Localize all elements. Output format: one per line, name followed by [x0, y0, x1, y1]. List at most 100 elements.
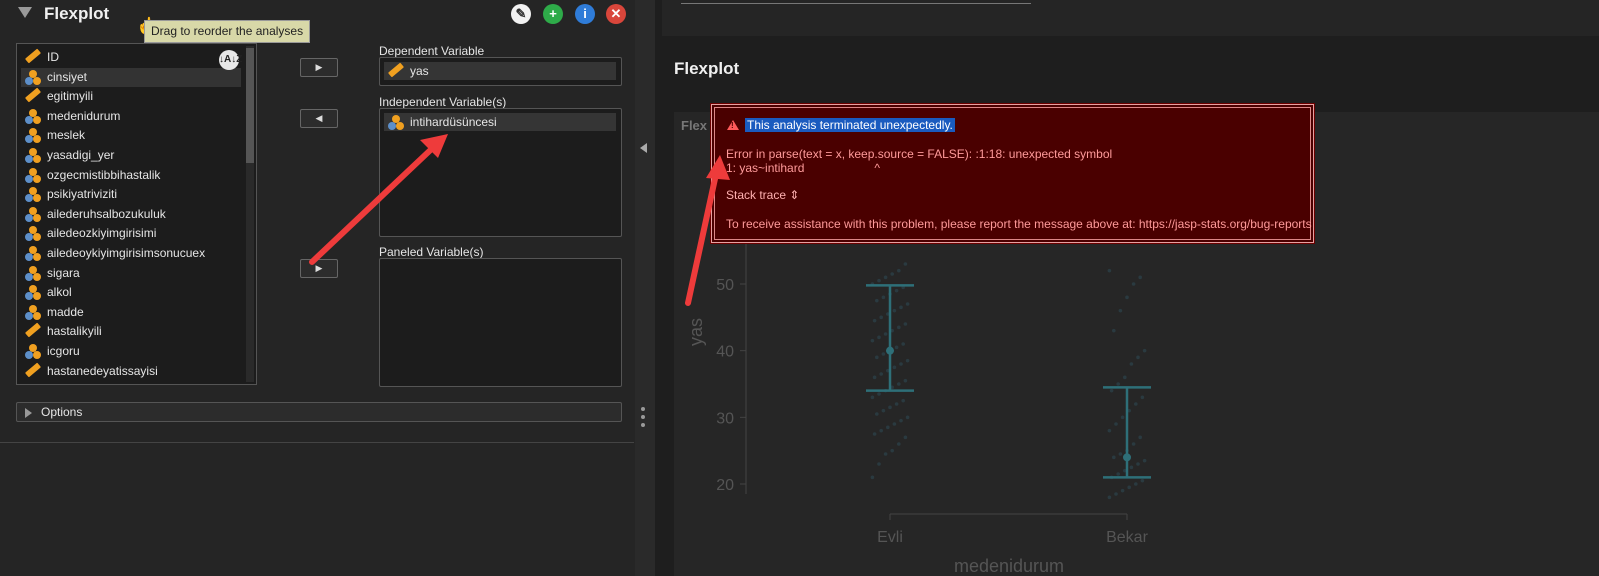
data-point [1127, 485, 1131, 490]
info-button[interactable]: i [575, 4, 595, 24]
data-point [892, 365, 897, 370]
data-point [1140, 395, 1145, 400]
move-from-independent-button[interactable]: ◀ [300, 109, 338, 128]
nominal-icon [25, 108, 41, 125]
error-message-box: ! This analysis terminated unexpectedly.… [710, 103, 1315, 244]
nominal-icon [25, 206, 41, 223]
variable-item[interactable]: ailedeozkiyimgirisimi [21, 224, 241, 243]
data-point [888, 405, 892, 410]
panel-splitter[interactable] [635, 0, 655, 576]
data-point [901, 342, 905, 346]
results-top-strip [662, 0, 1599, 36]
independent-variables-box[interactable]: intihardüsüncesi [379, 108, 622, 237]
data-point [1138, 435, 1142, 440]
variable-label: ailedeoykiyimgirisimsonucuex [47, 246, 206, 260]
data-point [881, 295, 886, 300]
data-point [877, 462, 881, 466]
data-point [875, 412, 879, 416]
data-point [879, 372, 883, 376]
stack-trace-toggle[interactable]: Stack trace ⇕ [726, 188, 799, 202]
variable-item[interactable]: icgoru [21, 342, 241, 361]
variable-label: ID [47, 50, 59, 64]
variable-item[interactable]: madde [21, 303, 241, 322]
variable-item[interactable]: yasadigi_yer [21, 146, 241, 165]
data-point [1118, 452, 1123, 456]
variable-item[interactable]: hastalikyili [21, 322, 241, 341]
analysis-header[interactable]: Flexplot ☝ Drag to reorder the analyses … [0, 0, 635, 43]
variable-item[interactable]: hastanedeyatissayisi [21, 362, 241, 381]
paneled-variables-box[interactable] [379, 258, 622, 387]
data-point [897, 382, 901, 386]
data-point [883, 452, 888, 456]
data-point [1134, 482, 1138, 486]
dependent-variable-label: Dependent Variable [379, 44, 485, 58]
dependent-variable-box[interactable]: yas [379, 57, 622, 86]
variable-item[interactable]: sigara [21, 264, 241, 283]
remove-analysis-button[interactable]: ✕ [606, 4, 626, 24]
data-point [1107, 495, 1112, 500]
data-point [1131, 442, 1136, 446]
grip-dot-icon [641, 423, 645, 427]
assigned-variable[interactable]: yas [384, 62, 616, 80]
data-point [1125, 295, 1129, 300]
data-point [903, 322, 908, 326]
sort-variables-button[interactable]: ↓A↓Z [219, 50, 242, 70]
variable-label: sigara [47, 265, 80, 280]
options-section[interactable]: Options [16, 402, 622, 422]
data-point [883, 275, 888, 280]
collapse-arrow-icon[interactable] [18, 7, 32, 18]
variable-item[interactable]: psikiyatriviziti [21, 185, 241, 204]
variable-item[interactable]: cinsiyet [21, 67, 241, 87]
variable-item[interactable]: ozgecmistibbihastalik [21, 166, 241, 185]
variable-item[interactable]: ailedeoykiyimgirisimsonucuex [21, 244, 241, 263]
nominal-icon [25, 128, 41, 144]
x-tick-label: Evli [877, 529, 903, 546]
data-point [1142, 458, 1147, 463]
data-point [877, 335, 881, 340]
center-point [886, 346, 894, 355]
variable-item[interactable]: egitimyili [21, 87, 241, 106]
assigned-variable[interactable]: intihardüsüncesi [384, 113, 616, 131]
divider [0, 442, 634, 443]
move-to-paneled-button[interactable]: ▶ [300, 259, 338, 278]
data-point [897, 268, 901, 273]
data-point [1112, 328, 1116, 333]
results-top-field[interactable] [681, 0, 1031, 4]
variable-item[interactable]: medenidurum [21, 107, 241, 126]
move-to-dependent-button[interactable]: ▶ [300, 58, 338, 77]
data-point [875, 355, 879, 360]
scale-icon [24, 362, 42, 378]
expand-arrow-icon [25, 408, 32, 418]
analysis-title[interactable]: Flexplot [44, 4, 109, 24]
data-point [903, 262, 908, 266]
collapse-left-icon[interactable] [640, 143, 647, 153]
variable-label: ailedeozkiyimgirisimi [47, 226, 157, 241]
data-point [1118, 308, 1123, 313]
scale-icon [24, 322, 42, 338]
data-point [905, 415, 910, 420]
variables-scroll-thumb[interactable] [246, 48, 254, 163]
variable-item[interactable]: alkol [21, 283, 241, 302]
data-point [894, 288, 899, 293]
variable-item[interactable]: ID [21, 48, 241, 67]
data-point [875, 298, 879, 303]
data-point [1123, 375, 1127, 380]
y-tick-label: 30 [716, 410, 734, 427]
variable-label: meslek [47, 128, 86, 143]
grip-dot-icon [641, 407, 645, 411]
variable-label: hastanedeyatissayisi [47, 363, 158, 378]
edit-title-button[interactable]: ✎ [511, 4, 531, 24]
reorder-tooltip: Drag to reorder the analyses [144, 20, 311, 43]
results-title: Flexplot [674, 59, 740, 78]
nominal-icon [25, 69, 41, 86]
variable-item[interactable]: ailederuhsalbozukuluk [21, 205, 241, 224]
variable-item[interactable]: meslek [21, 126, 241, 145]
data-point [897, 325, 901, 330]
options-label: Options [41, 405, 83, 419]
duplicate-analysis-button[interactable]: + [543, 4, 563, 24]
variable-label: alkol [47, 285, 72, 300]
data-point [881, 352, 886, 356]
data-point [901, 398, 905, 403]
available-variables-list[interactable]: ID cinsiyet egitimyili medenidurum meslek yas… [16, 43, 257, 385]
y-tick-label: 20 [716, 477, 734, 494]
